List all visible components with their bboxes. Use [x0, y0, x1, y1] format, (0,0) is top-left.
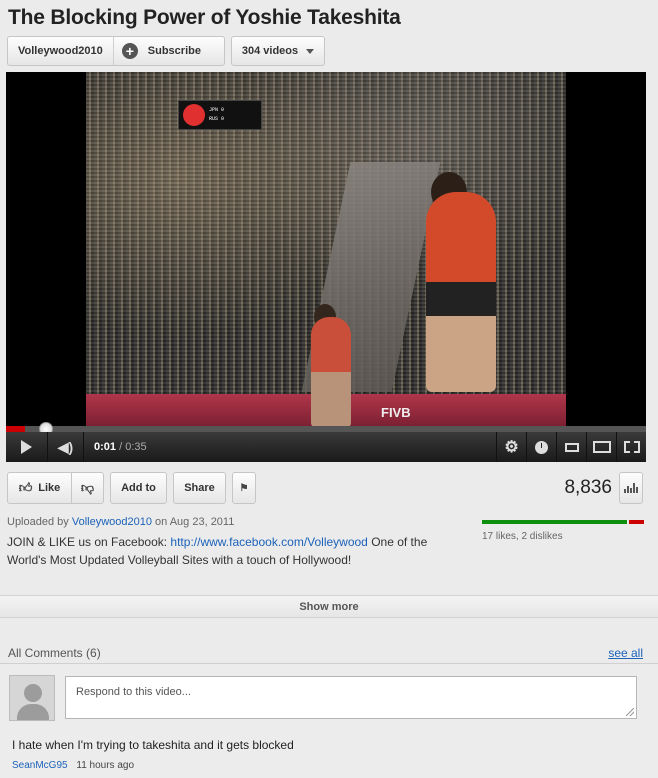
fivb-logo: FIVB — [381, 405, 411, 420]
comments-header: All Comments (6) — [8, 646, 101, 660]
thumbs-down-icon: 👎︎ — [80, 480, 95, 495]
likes-ratio-bar — [482, 520, 644, 524]
dislikes-fill — [628, 520, 644, 524]
score-line-2: RUS 0 — [209, 116, 225, 122]
player-figure — [426, 192, 496, 392]
score-line-1: JPN 0 — [209, 107, 225, 113]
comment-time: 11 hours ago — [76, 760, 135, 771]
small-player-icon — [564, 442, 579, 452]
add-to-button[interactable]: Add to — [110, 472, 167, 504]
clock-icon — [535, 440, 548, 454]
upload-info: Uploaded by Volleywood2010 on Aug 23, 20… — [7, 516, 234, 528]
play-icon — [21, 440, 32, 454]
video-player[interactable]: FIVB JPN 0 RUS 0 ◀) 0:01 / 0:35 ⚙ — [6, 72, 646, 462]
large-player-button[interactable] — [586, 432, 616, 462]
likes-dislikes-text: 17 likes, 2 dislikes — [482, 531, 563, 542]
like-label: Like — [38, 482, 61, 494]
subscribe-label: Subscribe — [147, 45, 201, 57]
avatar — [9, 675, 55, 721]
avatar-head — [24, 684, 42, 702]
play-button[interactable] — [6, 432, 48, 462]
duration: / 0:35 — [119, 441, 147, 453]
fullscreen-icon — [623, 441, 640, 453]
dislike-button[interactable]: 👎︎ — [71, 472, 104, 504]
facebook-link[interactable]: http://www.facebook.com/Volleywood — [170, 535, 367, 549]
time-display: 0:01 / 0:35 — [84, 441, 147, 453]
chevron-down-icon — [306, 48, 315, 54]
video-title: The Blocking Power of Yoshie Takeshita — [8, 6, 401, 29]
fullscreen-button[interactable] — [616, 432, 646, 462]
small-player-button[interactable] — [556, 432, 586, 462]
broadcaster-logo — [183, 104, 205, 126]
settings-button[interactable]: ⚙ — [496, 432, 526, 462]
player-controls: ◀) 0:01 / 0:35 ⚙ — [6, 432, 646, 462]
thumbs-up-icon: 👍︎ — [18, 480, 33, 495]
commenter-link[interactable]: SeanMcG95 — [12, 760, 68, 771]
scoreboard: JPN 0 RUS 0 — [178, 100, 262, 130]
view-count: 8,836 — [564, 477, 612, 498]
uploaded-prefix: Uploaded by — [7, 516, 69, 528]
resize-handle-icon[interactable] — [626, 708, 634, 716]
likes-fill — [482, 520, 627, 524]
flag-icon: ⚑ — [239, 482, 249, 494]
stats-bars-icon — [624, 483, 638, 493]
comment-placeholder: Respond to this video... — [76, 686, 191, 698]
player-figure — [311, 317, 351, 426]
uploader-link[interactable]: Volleywood2010 — [72, 516, 152, 528]
score-lines: JPN 0 RUS 0 — [209, 106, 224, 124]
channel-name-button[interactable]: Volleywood2010 — [8, 37, 114, 65]
large-player-icon — [592, 441, 611, 453]
comment-text: I hate when I'm trying to takeshita and … — [12, 738, 294, 752]
video-description: JOIN & LIKE us on Facebook: http://www.f… — [7, 533, 457, 569]
desc-prefix: JOIN & LIKE us on Facebook: — [7, 535, 168, 549]
subscribe-button[interactable]: + Subscribe — [114, 37, 201, 65]
channel-videos-button[interactable]: 304 videos — [231, 36, 325, 66]
plus-icon: + — [121, 43, 138, 59]
comment-meta: SeanMcG95 11 hours ago — [12, 760, 134, 771]
comment-input[interactable]: Respond to this video... — [65, 676, 637, 719]
share-button[interactable]: Share — [173, 472, 226, 504]
gear-icon: ⚙ — [504, 439, 519, 456]
avatar-body — [17, 704, 49, 720]
volume-icon: ◀) — [57, 438, 74, 455]
flag-button[interactable]: ⚑ — [232, 472, 256, 504]
show-more-button[interactable]: Show more — [0, 595, 658, 618]
volume-button[interactable]: ◀) — [48, 432, 84, 462]
see-all-link[interactable]: see all — [608, 646, 643, 660]
uploaded-date: on Aug 23, 2011 — [155, 516, 235, 528]
video-frame[interactable]: FIVB JPN 0 RUS 0 — [86, 72, 566, 426]
videos-count-label: 304 videos — [241, 45, 299, 57]
stats-button[interactable] — [619, 472, 643, 504]
current-time: 0:01 — [94, 441, 117, 453]
like-button[interactable]: 👍︎ Like — [7, 472, 72, 504]
channel-subscribe-group: Volleywood2010 + Subscribe — [7, 36, 225, 66]
watch-later-button[interactable] — [526, 432, 556, 462]
